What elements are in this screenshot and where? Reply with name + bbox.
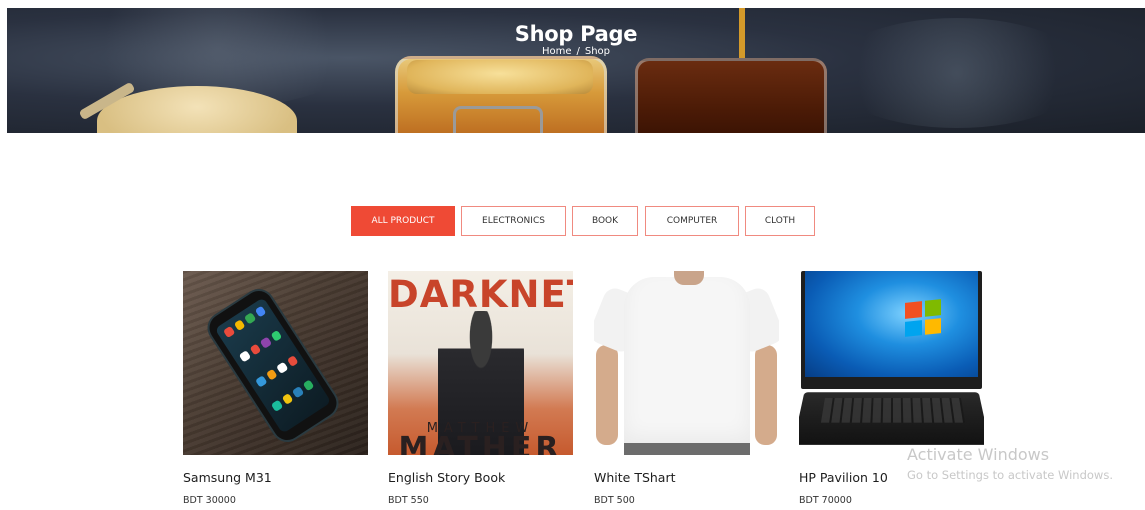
model-arm	[596, 345, 618, 445]
product-card[interactable]: HP Pavilion 10 BDT 70000	[799, 271, 985, 506]
filter-book-button[interactable]: BOOK	[572, 206, 638, 236]
laptop-screen	[801, 271, 982, 389]
filter-cloth-button[interactable]: CLOTH	[745, 206, 815, 236]
smartphone-image[interactable]	[183, 271, 368, 455]
product-price: BDT 70000	[799, 495, 852, 506]
app-icon	[254, 375, 267, 388]
app-icon	[243, 312, 256, 325]
honey-jar-comb-image	[407, 60, 593, 94]
app-icon	[291, 385, 304, 399]
tshirt-image[interactable]	[594, 271, 779, 455]
product-name[interactable]: HP Pavilion 10	[799, 470, 888, 485]
page-hero-banner: Shop Page Home / Shop	[7, 8, 1145, 133]
product-card[interactable]: White TShart BDT 500	[594, 271, 780, 506]
watermark-subtitle: Go to Settings to activate Windows.	[907, 468, 1113, 482]
filter-electronics-button[interactable]: ELECTRONICS	[461, 206, 566, 236]
app-icon	[275, 361, 288, 374]
product-price: BDT 30000	[183, 495, 236, 506]
breadcrumb: Home / Shop	[7, 46, 1145, 57]
watermark-title: Activate Windows	[907, 445, 1050, 464]
breadcrumb-current: Shop	[584, 46, 611, 57]
laptop-keyboard	[820, 398, 966, 423]
windows-logo-pane	[924, 317, 941, 335]
jar-clip-image	[453, 106, 543, 133]
page-title: Shop Page	[514, 22, 638, 46]
app-icon	[222, 326, 235, 339]
app-icon	[270, 399, 283, 412]
filter-all-product-button[interactable]: ALL PRODUCT	[351, 206, 455, 236]
dark-honey-jar-image	[635, 58, 827, 133]
app-icon	[259, 336, 272, 350]
product-price: BDT 550	[388, 495, 429, 506]
tshirt-body	[624, 277, 750, 447]
app-icon	[302, 379, 315, 392]
breadcrumb-home-link[interactable]: Home	[542, 46, 572, 57]
filter-computer-button[interactable]: COMPUTER	[645, 206, 739, 236]
product-card[interactable]: Samsung M31 BDT 30000	[183, 271, 369, 506]
product-name[interactable]: Samsung M31	[183, 470, 272, 485]
book-cover-author-last: MATHER	[398, 431, 563, 455]
product-card[interactable]: DARKNET MATTHEW MATHER English Story Boo…	[388, 271, 574, 506]
app-icon	[238, 350, 251, 363]
windows-logo-pane	[924, 299, 941, 317]
laptop-image[interactable]	[799, 271, 984, 455]
activate-windows-watermark: Activate Windows Go to Settings to activ…	[907, 445, 1113, 482]
product-name[interactable]: English Story Book	[388, 470, 505, 485]
windows-logo-pane	[905, 319, 922, 337]
app-icon	[281, 392, 294, 405]
product-filter-tabs: ALL PRODUCT ELECTRONICS BOOK COMPUTER CL…	[0, 206, 1145, 236]
app-icon	[233, 319, 246, 332]
app-icon	[265, 368, 278, 381]
app-icon	[270, 330, 283, 343]
product-name[interactable]: White TShart	[594, 470, 676, 485]
model-neck	[674, 271, 704, 285]
product-price: BDT 500	[594, 495, 635, 506]
book-cover-title: DARKNET	[388, 273, 573, 316]
book-cover-image[interactable]: DARKNET MATTHEW MATHER	[388, 271, 573, 455]
app-icon	[286, 354, 299, 367]
breadcrumb-separator: /	[576, 46, 580, 57]
windows-logo-icon	[905, 299, 941, 337]
app-icon	[249, 343, 262, 356]
app-icon	[254, 305, 267, 318]
windows-logo-pane	[905, 301, 922, 319]
model-arm	[755, 345, 777, 445]
laptop-display	[805, 271, 978, 377]
model-pants	[624, 443, 750, 455]
